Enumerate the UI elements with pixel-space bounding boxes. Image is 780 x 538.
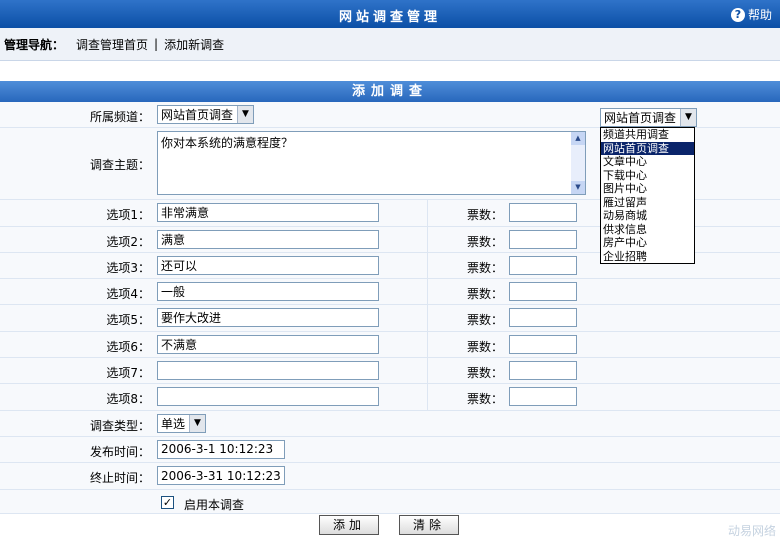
option-label: 选项3：: [106, 260, 150, 275]
dropdown-option[interactable]: 网站首页调查: [601, 141, 694, 155]
channel-select-value: 网站首页调查: [161, 108, 234, 122]
end-time-label: 终止时间：: [89, 471, 150, 486]
channel-select[interactable]: 网站首页调查 ▼: [157, 105, 255, 124]
vote-input[interactable]: [509, 334, 577, 354]
type-row: 调查类型： 单选 ▼: [0, 410, 780, 437]
option-input[interactable]: [157, 334, 379, 354]
page-title: 网站调查管理: [338, 10, 441, 25]
admin-nav: 管理导航： 调查管理首页 | 添加新调查: [0, 28, 780, 61]
channel-dropdown-value: 网站首页调查: [604, 111, 677, 125]
option-input[interactable]: [157, 361, 379, 381]
channel-label: 所属频道：: [89, 110, 150, 124]
nav-link-survey-home[interactable]: 调查管理首页: [76, 36, 148, 53]
column-divider: [427, 305, 428, 331]
publish-time-label: 发布时间：: [89, 444, 150, 459]
vote-label: 票数：: [466, 366, 503, 381]
enable-row: ✓ 启用本调查: [0, 489, 780, 514]
dropdown-option[interactable]: 文章中心: [601, 155, 694, 169]
dropdown-option[interactable]: 图片中心: [601, 182, 694, 196]
column-divider: [427, 384, 428, 410]
vote-input[interactable]: [509, 203, 577, 223]
option-input[interactable]: [157, 282, 379, 302]
enable-label: 启用本调查: [184, 497, 245, 512]
clear-button[interactable]: 清除: [399, 515, 459, 535]
help-icon: ?: [730, 7, 745, 22]
vote-input[interactable]: [509, 229, 577, 249]
end-time-input[interactable]: [157, 466, 285, 486]
channel-dropdown-list: 频道共用调查 网站首页调查 文章中心 下载中心 图片中心 雁过留声 动易商城 供求信息 房产中心…: [600, 127, 695, 264]
option-row: 选项7： 票数：: [0, 358, 780, 385]
dropdown-option[interactable]: 雁过留声: [601, 196, 694, 210]
column-divider: [427, 226, 428, 252]
dropdown-option[interactable]: 频道共用调查: [601, 128, 694, 142]
spacer: [0, 61, 780, 81]
section-title: 添加调查: [0, 81, 780, 102]
option-row: 选项6： 票数：: [0, 331, 780, 359]
help-button[interactable]: ? 帮助: [730, 6, 772, 23]
vote-label: 票数：: [466, 260, 503, 275]
nav-link-add-survey[interactable]: 添加新调查: [164, 36, 224, 53]
add-button[interactable]: 添加: [319, 515, 379, 535]
help-label: 帮助: [747, 8, 772, 22]
vote-label: 票数：: [466, 339, 503, 354]
option-row: 选项4： 票数：: [0, 279, 780, 306]
option-input[interactable]: [157, 203, 379, 223]
nav-separator: |: [154, 37, 159, 51]
column-divider: [427, 331, 428, 358]
topic-scrollbar[interactable]: ▲ ▼: [571, 132, 585, 195]
watermark: 动易网络: [727, 524, 776, 538]
enable-checkbox[interactable]: ✓: [161, 495, 174, 509]
option-label: 选项8：: [106, 392, 150, 407]
scroll-up-icon[interactable]: ▲: [571, 132, 585, 146]
vote-label: 票数：: [466, 234, 503, 249]
type-select-value: 单选: [161, 416, 186, 431]
dropdown-option[interactable]: 房产中心: [601, 236, 694, 250]
vote-label: 票数：: [466, 287, 503, 302]
chevron-down-icon: ▼: [237, 106, 254, 123]
title-bar: 网站调查管理 ? 帮助: [0, 0, 780, 28]
type-select[interactable]: 单选 ▼: [157, 413, 207, 433]
option-label: 选项4：: [106, 287, 150, 302]
nav-label: 管理导航：: [4, 37, 65, 52]
column-divider: [427, 279, 428, 305]
vote-input[interactable]: [509, 255, 577, 275]
column-divider: [427, 358, 428, 384]
option-label: 选项7：: [106, 366, 150, 381]
option-input[interactable]: [157, 387, 379, 407]
option-label: 选项2：: [106, 234, 150, 249]
dropdown-option[interactable]: 下载中心: [601, 169, 694, 183]
type-label: 调查类型：: [89, 418, 150, 433]
option-input[interactable]: [157, 255, 379, 275]
chevron-down-icon: ▼: [189, 414, 206, 432]
chevron-down-icon: ▼: [680, 109, 697, 126]
column-divider: [427, 252, 428, 279]
option-input[interactable]: [157, 308, 379, 328]
vote-label: 票数：: [466, 392, 503, 407]
end-time-row: 终止时间：: [0, 463, 780, 490]
button-bar: 添加 清除 动易网络: [0, 514, 780, 538]
option-label: 选项6：: [106, 339, 150, 354]
vote-label: 票数：: [466, 208, 503, 223]
dropdown-option[interactable]: 供求信息: [601, 223, 694, 237]
option-label: 选项5：: [106, 313, 150, 328]
option-row: 选项5： 票数：: [0, 305, 780, 332]
vote-input[interactable]: [509, 282, 577, 302]
scroll-down-icon[interactable]: ▼: [571, 181, 585, 195]
publish-time-input[interactable]: [157, 439, 285, 459]
option-row: 选项8： 票数：: [0, 384, 780, 411]
dropdown-option[interactable]: 动易商城: [601, 209, 694, 223]
option-input[interactable]: [157, 229, 379, 249]
column-divider: [427, 200, 428, 226]
vote-label: 票数：: [466, 313, 503, 328]
publish-time-row: 发布时间：: [0, 436, 780, 464]
channel-dropdown-select[interactable]: 网站首页调查 ▼: [600, 108, 698, 127]
option-label: 选项1：: [106, 208, 150, 223]
vote-input[interactable]: [509, 361, 577, 381]
vote-input[interactable]: [509, 387, 577, 407]
dropdown-option[interactable]: 企业招聘: [601, 250, 694, 264]
topic-textarea[interactable]: 你对本系统的满意程度？: [157, 131, 586, 196]
vote-input[interactable]: [509, 308, 577, 328]
topic-label: 调查主题：: [89, 158, 150, 173]
